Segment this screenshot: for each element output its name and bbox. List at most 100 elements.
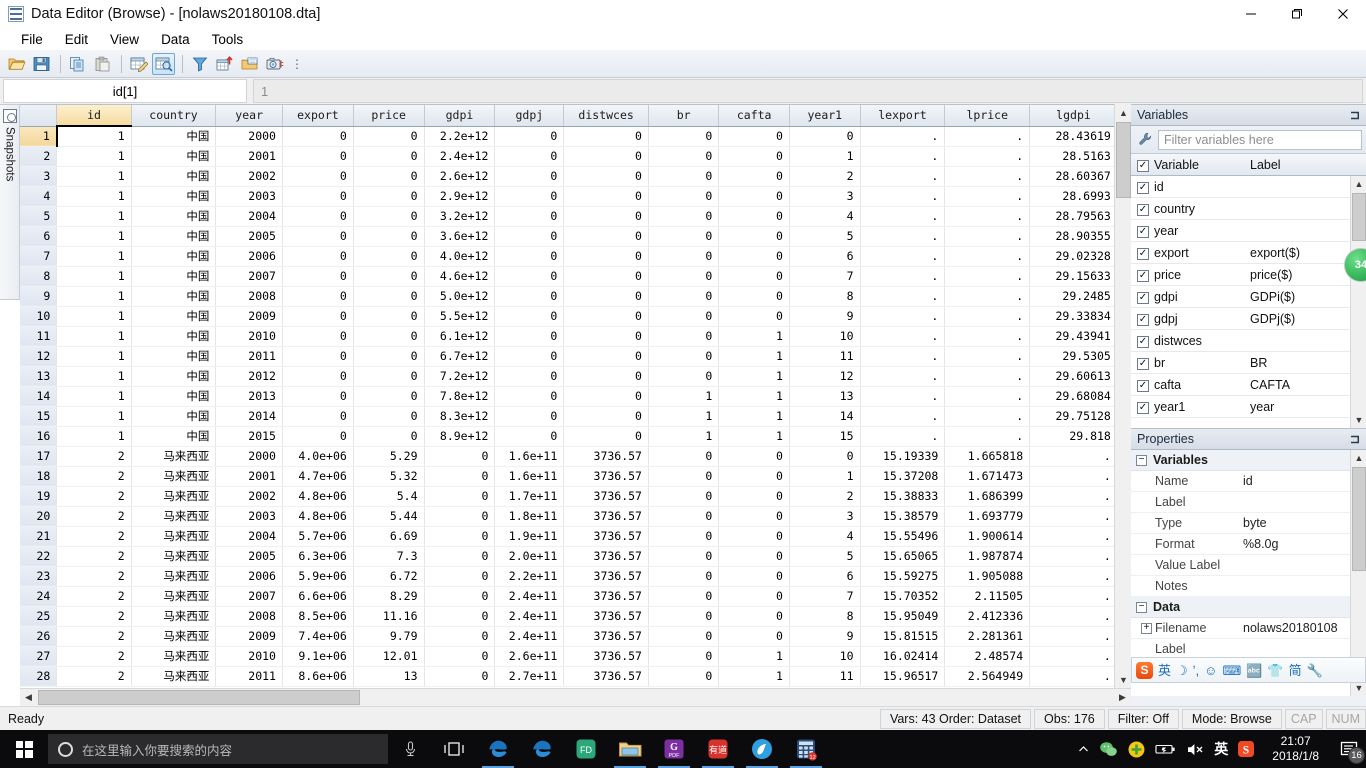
cell-year1[interactable]: 11 — [789, 346, 861, 367]
cell-br[interactable]: 0 — [648, 646, 720, 667]
cell-gdpi[interactable]: 6.1e+12 — [424, 326, 496, 347]
cell-lgdpi[interactable]: . — [1029, 526, 1118, 547]
table-row[interactable]: 5 1 中国 2004 0 0 3.2e+12 0 0 0 0 4.. 28.79563 — [20, 206, 1131, 227]
cell-gdpj[interactable]: 2.4e+11 — [494, 626, 565, 647]
cell-id[interactable]: 1 — [56, 266, 132, 287]
cell-country[interactable]: 马来西亚 — [131, 446, 217, 467]
variable-row[interactable]: ✓ export export($) — [1131, 242, 1366, 264]
cell-cafta[interactable]: 1 — [718, 666, 790, 687]
cell-year1[interactable]: 10 — [789, 326, 861, 347]
cell-lprice[interactable]: . — [944, 146, 1031, 167]
cell-year1[interactable]: 5 — [789, 546, 861, 567]
scroll-down-icon[interactable]: ▼ — [1115, 671, 1132, 688]
table-row[interactable]: 7 1 中国 2006 0 0 4.0e+12 0 0 0 0 6.. 29.02328 — [20, 246, 1131, 267]
table-row[interactable]: 20 2 马来西亚 2003 4.8e+06 5.44 0 1.8e+11 3736.57 0 0 3… — [20, 506, 1131, 527]
variable-row[interactable]: ✓ id — [1131, 176, 1366, 198]
cell-country[interactable]: 中国 — [131, 266, 217, 287]
variable-checkbox[interactable]: ✓ — [1137, 355, 1149, 370]
row-number-cell[interactable]: 22 — [20, 546, 58, 567]
cell-year[interactable]: 2001 — [215, 146, 283, 167]
sogou-tray-icon[interactable]: S — [1237, 740, 1255, 758]
row-number-cell[interactable]: 16 — [20, 426, 58, 447]
ime-settings-icon[interactable]: 🔧 — [1307, 664, 1323, 677]
cell-br[interactable]: 0 — [648, 346, 720, 367]
cell-gdpi[interactable]: 2.4e+12 — [424, 146, 496, 167]
table-row[interactable]: 8 1 中国 2007 0 0 4.6e+12 0 0 0 0 7.. 29.15633 — [20, 266, 1131, 287]
360-icon[interactable] — [1127, 740, 1146, 759]
cell-lexport[interactable]: 15.81515 — [860, 626, 946, 647]
cell-gdpi[interactable]: 0 — [424, 446, 496, 467]
cell-lprice[interactable]: 2.281361 — [944, 626, 1031, 647]
table-row[interactable]: 4 1 中国 2003 0 0 2.9e+12 0 0 0 0 3.. 28.6993 — [20, 186, 1131, 207]
cell-lprice[interactable]: . — [944, 126, 1031, 147]
scroll-right-icon[interactable]: ▶ — [1114, 689, 1131, 706]
cell-distwces[interactable]: 3736.57 — [563, 586, 649, 607]
table-row[interactable]: 2 1 中国 2001 0 0 2.4e+12 0 0 0 0 1.. 28.5163 — [20, 146, 1131, 167]
show-hidden-icons[interactable] — [1077, 743, 1090, 756]
cell-year[interactable]: 2011 — [215, 346, 283, 367]
cell-lprice[interactable]: . — [944, 266, 1031, 287]
variable-checkbox[interactable]: ✓ — [1137, 245, 1149, 260]
cell-id[interactable]: 2 — [56, 526, 132, 547]
cell-year[interactable]: 2003 — [215, 186, 283, 207]
cell-cafta[interactable]: 0 — [718, 286, 790, 307]
cell-price[interactable]: 0 — [353, 246, 425, 267]
cell-lexport[interactable]: . — [860, 206, 946, 227]
cell-id[interactable]: 1 — [56, 146, 132, 167]
row-number-cell[interactable]: 7 — [20, 246, 58, 267]
cell-country[interactable]: 马来西亚 — [131, 486, 217, 507]
cell-export[interactable]: 9.1e+06 — [282, 646, 354, 667]
cell-gdpi[interactable]: 8.9e+12 — [424, 426, 496, 447]
cell-export[interactable]: 4.8e+06 — [282, 486, 354, 507]
menu-item-view[interactable]: View — [99, 30, 150, 49]
cell-year1[interactable]: 9 — [789, 306, 861, 327]
snapshot-camera-icon[interactable] — [263, 53, 286, 75]
cell-price[interactable]: 0 — [353, 346, 425, 367]
cell-lexport[interactable]: . — [860, 386, 946, 407]
cell-export[interactable]: 8.6e+06 — [282, 666, 354, 687]
properties-group-header[interactable]: − Variables — [1131, 450, 1366, 471]
cell-price[interactable]: 5.32 — [353, 466, 425, 487]
cell-price[interactable]: 0 — [353, 126, 425, 147]
cell-year[interactable]: 2004 — [215, 526, 283, 547]
cell-lprice[interactable]: 1.693779 — [944, 506, 1031, 527]
cell-gdpi[interactable]: 3.6e+12 — [424, 226, 496, 247]
cell-gdpj[interactable]: 0 — [494, 266, 565, 287]
cell-export[interactable]: 8.5e+06 — [282, 606, 354, 627]
cell-year[interactable]: 2007 — [215, 586, 283, 607]
close-button[interactable] — [1320, 0, 1366, 28]
cell-year[interactable]: 2002 — [215, 486, 283, 507]
cell-distwces[interactable]: 0 — [563, 126, 649, 147]
cell-id[interactable]: 1 — [56, 166, 132, 187]
cell-gdpj[interactable]: 1.6e+11 — [494, 446, 565, 467]
cell-cafta[interactable]: 0 — [718, 306, 790, 327]
cell-distwces[interactable]: 0 — [563, 346, 649, 367]
cell-br[interactable]: 0 — [648, 506, 720, 527]
data-editor-edit-icon[interactable] — [127, 53, 150, 75]
cell-lprice[interactable]: 2.48574 — [944, 646, 1031, 667]
variables-manager-icon[interactable] — [213, 53, 236, 75]
cell-price[interactable]: 5.44 — [353, 506, 425, 527]
cell-lprice[interactable]: 1.900614 — [944, 526, 1031, 547]
row-number-cell[interactable]: 20 — [20, 506, 58, 527]
cell-year1[interactable]: 14 — [789, 406, 861, 427]
maximize-button[interactable] — [1274, 0, 1320, 28]
cell-br[interactable]: 1 — [648, 406, 720, 427]
cell-gdpj[interactable]: 1.6e+11 — [494, 466, 565, 487]
cell-price[interactable]: 0 — [353, 286, 425, 307]
calculator-icon[interactable]: 12 — [784, 730, 828, 768]
variables-scroll-thumb[interactable] — [1352, 193, 1366, 241]
cell-gdpj[interactable]: 2.7e+11 — [494, 666, 565, 687]
cell-price[interactable]: 9.79 — [353, 626, 425, 647]
cell-lprice[interactable]: 1.987874 — [944, 546, 1031, 567]
cell-lexport[interactable]: . — [860, 406, 946, 427]
cell-lexport[interactable]: 15.55496 — [860, 526, 946, 547]
cell-distwces[interactable]: 3736.57 — [563, 546, 649, 567]
cell-lexport[interactable]: . — [860, 226, 946, 247]
cell-distwces[interactable]: 0 — [563, 206, 649, 227]
cell-year1[interactable]: 15 — [789, 426, 861, 447]
cell-year[interactable]: 2012 — [215, 366, 283, 387]
cell-lgdpi[interactable]: 29.2485 — [1029, 286, 1118, 307]
cell-lgdpi[interactable]: 29.818 — [1029, 426, 1118, 447]
cell-country[interactable]: 中国 — [131, 406, 217, 427]
